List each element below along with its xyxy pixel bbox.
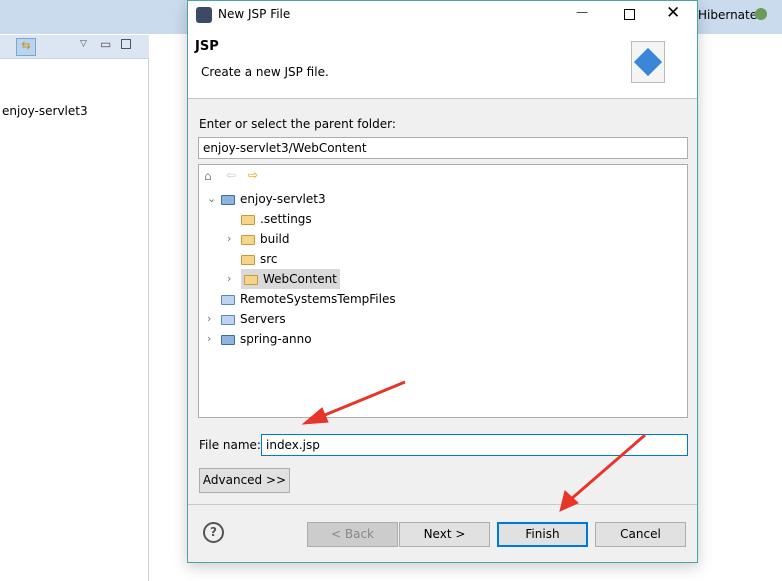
arrow-to-finish xyxy=(559,433,646,512)
annotation-arrows xyxy=(301,380,646,512)
arrow-to-filename xyxy=(301,380,406,425)
